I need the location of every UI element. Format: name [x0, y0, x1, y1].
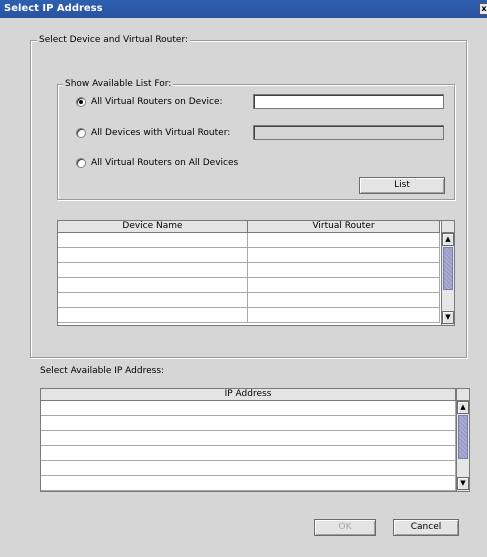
device-router-table-header: Device Name Virtual Router [58, 221, 440, 233]
table-row[interactable] [41, 431, 456, 446]
scroll-up-icon[interactable]: ▲ [457, 401, 469, 414]
ip-address-vscrollbar[interactable]: ▲ ▼ [456, 401, 469, 491]
column-header-virtual-router[interactable]: Virtual Router [248, 221, 440, 233]
table-row[interactable] [58, 263, 440, 278]
table-row[interactable] [58, 293, 440, 308]
table-row[interactable] [41, 476, 456, 491]
radio-label-all-vr-on-device: All Virtual Routers on Device: [91, 97, 223, 107]
radio-row-all-vr-all-devices[interactable]: All Virtual Routers on All Devices [76, 158, 238, 168]
table-row[interactable] [58, 233, 440, 248]
radio-row-all-vr-on-device[interactable]: All Virtual Routers on Device: [76, 97, 223, 107]
device-router-table-rows [58, 233, 440, 323]
ok-button[interactable]: OK [314, 519, 376, 536]
ip-address-table-header: IP Address [41, 389, 456, 401]
scroll-down-icon[interactable]: ▼ [457, 477, 469, 490]
device-router-table: Device Name Virtual Router ▲ ▼ [57, 220, 455, 326]
show-list-group: Show Available List For: All Virtual Rou… [57, 79, 455, 200]
table-row[interactable] [58, 248, 440, 263]
scroll-thumb[interactable] [458, 415, 468, 459]
table-row[interactable] [58, 278, 440, 293]
radio-all-vr-on-device[interactable] [76, 97, 86, 107]
column-header-ip-address[interactable]: IP Address [41, 389, 456, 401]
table-row[interactable] [41, 401, 456, 416]
device-input[interactable] [253, 94, 444, 109]
radio-row-all-devices-with-vr[interactable]: All Devices with Virtual Router: [76, 128, 230, 138]
list-button[interactable]: List [359, 177, 445, 194]
window-title: Select IP Address [4, 3, 103, 14]
show-list-legend: Show Available List For: [63, 79, 174, 89]
table-row[interactable] [41, 446, 456, 461]
table-header-corner [456, 389, 469, 401]
ip-address-table-rows [41, 401, 456, 491]
table-header-corner [441, 221, 454, 233]
device-router-group: Select Device and Virtual Router: Show A… [30, 35, 467, 358]
ip-section-label: Select Available IP Address: [40, 366, 165, 376]
close-icon[interactable]: x [479, 3, 487, 15]
radio-all-devices-with-vr[interactable] [76, 128, 86, 138]
radio-label-all-vr-all-devices: All Virtual Routers on All Devices [91, 158, 239, 168]
device-router-vscrollbar[interactable]: ▲ ▼ [441, 233, 454, 325]
virtual-router-input [253, 125, 444, 140]
cancel-button[interactable]: Cancel [393, 519, 459, 536]
device-router-legend: Select Device and Virtual Router: [37, 35, 191, 45]
column-header-device-name[interactable]: Device Name [58, 221, 248, 233]
scroll-down-icon[interactable]: ▼ [442, 311, 454, 324]
ip-address-table: IP Address ▲ ▼ [40, 388, 470, 492]
table-row[interactable] [41, 461, 456, 476]
radio-all-vr-all-devices[interactable] [76, 158, 86, 168]
scroll-thumb[interactable] [443, 247, 453, 290]
table-row[interactable] [58, 308, 440, 323]
radio-label-all-devices-with-vr: All Devices with Virtual Router: [91, 128, 231, 138]
scroll-up-icon[interactable]: ▲ [442, 233, 454, 246]
window-titlebar: Select IP Address x [0, 0, 487, 18]
table-row[interactable] [41, 416, 456, 431]
dialog-body: Select Device and Virtual Router: Show A… [0, 18, 487, 557]
